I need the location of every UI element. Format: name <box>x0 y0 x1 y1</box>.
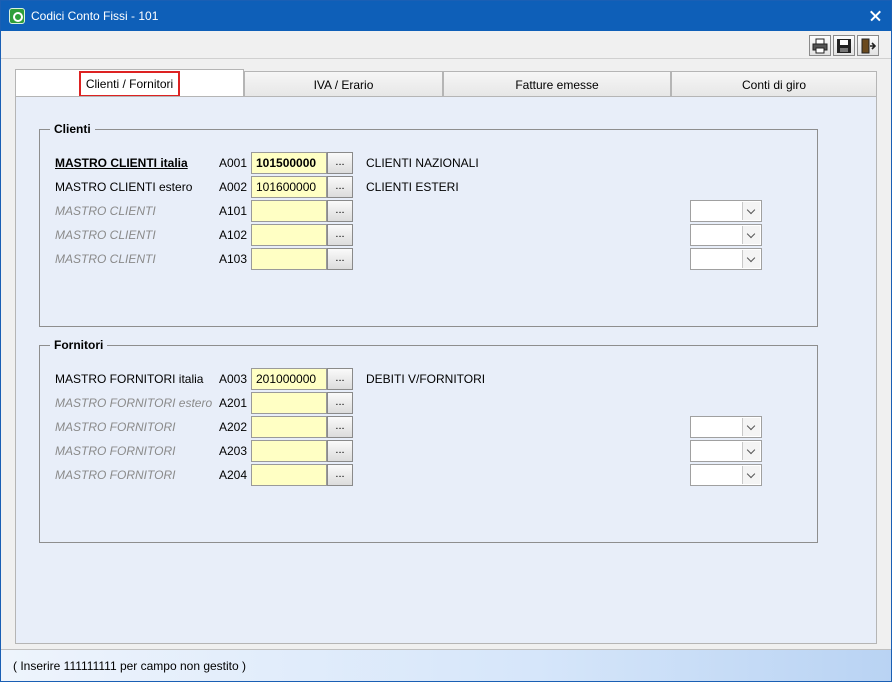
field-code: A102 <box>219 228 248 242</box>
clienti-row-a001: MASTRO CLIENTI italia A001 101500000 ...… <box>40 152 819 174</box>
title-bar: Codici Conto Fissi - 101 <box>1 1 891 31</box>
status-text: ( Inserire 111111111 per campo non gesti… <box>13 659 247 673</box>
lookup-button[interactable]: ... <box>327 392 353 414</box>
lookup-button[interactable]: ... <box>327 368 353 390</box>
fornitori-legend: Fornitori <box>50 338 108 352</box>
account-input[interactable]: 101600000 <box>251 176 327 198</box>
clienti-legend: Clienti <box>50 122 95 136</box>
type-dropdown[interactable] <box>690 200 762 222</box>
fornitori-row-a201: MASTRO FORNITORI estero A201 ... <box>40 392 819 414</box>
type-dropdown[interactable] <box>690 224 762 246</box>
field-label: MASTRO FORNITORI italia <box>55 372 204 386</box>
lookup-button[interactable]: ... <box>327 152 353 174</box>
printer-icon <box>812 38 828 54</box>
account-input[interactable] <box>251 464 327 486</box>
fornitori-row-a003: MASTRO FORNITORI italia A003 201000000 .… <box>40 368 819 390</box>
exit-button[interactable] <box>857 35 879 56</box>
clienti-group: Clienti MASTRO CLIENTI italia A001 10150… <box>39 122 819 327</box>
field-code: A101 <box>219 204 248 218</box>
account-description: CLIENTI ESTERI <box>366 180 459 194</box>
chevron-down-icon <box>742 466 760 484</box>
fornitori-row-a202: MASTRO FORNITORI A202 ... <box>40 416 819 438</box>
type-dropdown[interactable] <box>690 440 762 462</box>
clienti-row-a102: MASTRO CLIENTI A102 ... <box>40 224 819 246</box>
field-label: MASTRO FORNITORI <box>55 444 176 458</box>
field-label: MASTRO CLIENTI <box>55 204 156 218</box>
tab-label: Clienti / Fornitori <box>78 71 181 97</box>
lookup-button[interactable]: ... <box>327 416 353 438</box>
close-window-button[interactable] <box>857 1 891 31</box>
field-label: MASTRO CLIENTI italia <box>55 156 188 170</box>
main-window: Codici Conto Fissi - 101 Clienti / Forni… <box>0 0 892 682</box>
field-code: A202 <box>219 420 248 434</box>
tab-panel: Clienti MASTRO CLIENTI italia A001 10150… <box>15 96 877 644</box>
chevron-down-icon <box>742 226 760 244</box>
fornitori-row-a204: MASTRO FORNITORI A204 ... <box>40 464 819 486</box>
exit-door-icon <box>861 38 876 54</box>
chevron-down-icon <box>742 202 760 220</box>
field-code: A204 <box>219 468 248 482</box>
account-input[interactable]: 201000000 <box>251 368 327 390</box>
chevron-down-icon <box>742 250 760 268</box>
lookup-button[interactable]: ... <box>327 440 353 462</box>
account-description: DEBITI V/FORNITORI <box>366 372 486 386</box>
clienti-row-a002: MASTRO CLIENTI estero A002 101600000 ...… <box>40 176 819 198</box>
field-label: MASTRO CLIENTI <box>55 252 156 266</box>
lookup-button[interactable]: ... <box>327 464 353 486</box>
app-logo-icon <box>9 8 25 24</box>
field-label: MASTRO FORNITORI <box>55 468 176 482</box>
field-code: A203 <box>219 444 248 458</box>
lookup-button[interactable]: ... <box>327 248 353 270</box>
field-label: MASTRO CLIENTI <box>55 228 156 242</box>
status-bar: ( Inserire 111111111 per campo non gesti… <box>1 649 891 681</box>
field-code: A001 <box>219 156 248 170</box>
tab-conti-di-giro[interactable]: Conti di giro <box>671 71 877 97</box>
account-description: CLIENTI NAZIONALI <box>366 156 479 170</box>
type-dropdown[interactable] <box>690 248 762 270</box>
account-input[interactable] <box>251 224 327 246</box>
account-input[interactable] <box>251 200 327 222</box>
tab-fatture-emesse[interactable]: Fatture emesse <box>443 71 671 97</box>
save-button[interactable] <box>833 35 855 56</box>
type-dropdown[interactable] <box>690 464 762 486</box>
fornitori-row-a203: MASTRO FORNITORI A203 ... <box>40 440 819 462</box>
field-code: A201 <box>219 396 248 410</box>
floppy-disk-icon <box>837 39 851 53</box>
tab-label: Conti di giro <box>741 78 807 92</box>
fornitori-group: Fornitori MASTRO FORNITORI italia A003 2… <box>39 338 819 543</box>
field-code: A003 <box>219 372 248 386</box>
account-input[interactable] <box>251 440 327 462</box>
type-dropdown[interactable] <box>690 416 762 438</box>
lookup-button[interactable]: ... <box>327 176 353 198</box>
toolbar <box>1 31 891 59</box>
account-input[interactable] <box>251 416 327 438</box>
clienti-row-a103: MASTRO CLIENTI A103 ... <box>40 248 819 270</box>
account-input[interactable] <box>251 392 327 414</box>
field-label: MASTRO CLIENTI estero <box>55 180 193 194</box>
field-code: A103 <box>219 252 248 266</box>
chevron-down-icon <box>742 418 760 436</box>
tab-clienti-fornitori[interactable]: Clienti / Fornitori <box>15 69 244 97</box>
tab-label: IVA / Erario <box>313 78 374 92</box>
account-input[interactable]: 101500000 <box>251 152 327 174</box>
field-label: MASTRO FORNITORI estero <box>55 396 213 410</box>
field-label: MASTRO FORNITORI <box>55 420 176 434</box>
lookup-button[interactable]: ... <box>327 224 353 246</box>
chevron-down-icon <box>742 442 760 460</box>
clienti-row-a101: MASTRO CLIENTI A101 ... <box>40 200 819 222</box>
account-input[interactable] <box>251 248 327 270</box>
tab-iva-erario[interactable]: IVA / Erario <box>244 71 443 97</box>
tab-bar: Clienti / Fornitori IVA / Erario Fatture… <box>15 69 877 97</box>
window-title: Codici Conto Fissi - 101 <box>31 9 159 23</box>
field-code: A002 <box>219 180 248 194</box>
tab-label: Fatture emesse <box>515 78 599 92</box>
lookup-button[interactable]: ... <box>327 200 353 222</box>
print-button[interactable] <box>809 35 831 56</box>
